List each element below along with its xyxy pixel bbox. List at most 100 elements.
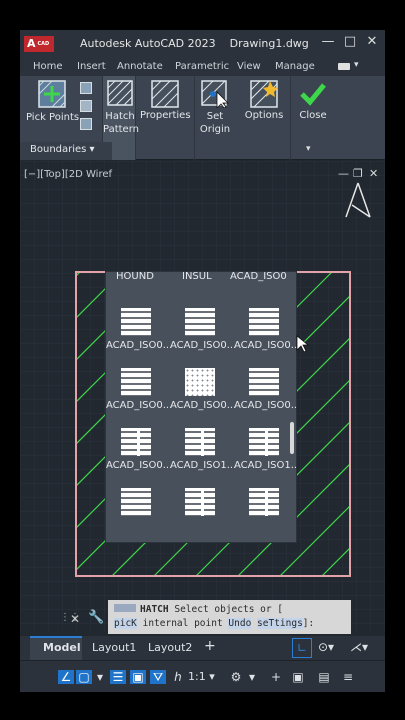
pattern-swatch-item[interactable]: ACAD_ISO0... [106, 368, 172, 428]
restore-button[interactable]: □ [342, 34, 358, 49]
isodraft-icon[interactable]: ▢ [76, 670, 92, 684]
tab-layout1[interactable]: Layout1 [92, 641, 136, 654]
logo-sub: CAD [37, 41, 50, 47]
set-origin-button[interactable]: Set Origin [194, 76, 234, 160]
pattern-line [121, 395, 151, 396]
annotation-scale-value[interactable]: 1:1 ▾ [188, 670, 215, 683]
polar-tracking-icon[interactable]: ⊙▾ [318, 640, 334, 654]
properties-label: Properties [140, 110, 191, 121]
recreate-boundary-icon[interactable] [80, 118, 92, 130]
pattern-preview [249, 368, 279, 396]
tab-view[interactable]: View [237, 61, 261, 72]
viewport-restore-button[interactable]: ❐ [353, 167, 363, 180]
options-button[interactable]: Options [240, 78, 288, 126]
tab-parametric[interactable]: Parametric [175, 61, 229, 72]
pattern-line [249, 455, 279, 456]
tab-manage[interactable]: Manage [275, 61, 315, 72]
pattern-line [249, 497, 279, 499]
angle-icon[interactable]: ∠ [58, 670, 74, 684]
chevron-down-icon[interactable]: ▾ [354, 60, 359, 70]
minimize-button[interactable]: — [320, 34, 336, 49]
pattern-line [249, 377, 279, 379]
chevron-down-icon[interactable]: ▾ [244, 670, 260, 684]
gear-icon[interactable]: ⚙ [228, 670, 244, 684]
tab-insert[interactable]: Insert [77, 61, 106, 72]
add-scale-icon[interactable]: + [268, 670, 284, 684]
ribbon-panel: Pick Points Hatch Pattern Properties Set… [20, 76, 385, 160]
pattern-swatch-item[interactable]: ACAD_ISO0... [170, 308, 236, 368]
pattern-swatch-item[interactable]: ACAD_ISO1... [234, 428, 296, 488]
option-pick[interactable]: picK [114, 618, 137, 629]
pattern-line [185, 323, 215, 325]
pattern-line [121, 449, 151, 451]
pattern-swatch-item[interactable]: ACAD_ISO0... [234, 368, 296, 428]
pattern-line [121, 443, 151, 445]
pattern-line [185, 311, 215, 313]
pattern-line [121, 377, 151, 379]
chevron-down-icon[interactable]: ▾ [92, 670, 108, 684]
object-snap-icon[interactable]: ⋌▾ [350, 640, 368, 654]
close-hatch-button[interactable]: Close [290, 76, 334, 160]
tab-annotate[interactable]: Annotate [117, 61, 163, 72]
pattern-swatch-item[interactable]: ACAD_ISO0... [170, 368, 237, 428]
remove-boundary-icon[interactable] [80, 100, 92, 112]
option-settings[interactable]: seTtings [257, 618, 303, 629]
pattern-line [121, 317, 151, 319]
mouse-cursor-icon [296, 335, 310, 353]
pattern-preview [121, 488, 151, 516]
panel-toggle-icon[interactable] [338, 63, 350, 70]
drawing-viewport[interactable]: [−][Top][2D Wiref — ❐ ✕ HOUND INSUL ACAD… [20, 161, 385, 631]
autocad-logo[interactable]: A CAD [24, 36, 54, 52]
pattern-line [121, 503, 151, 505]
pattern-line [249, 317, 279, 319]
pattern-line [185, 431, 215, 433]
pattern-line [185, 335, 215, 336]
hatch-pattern-label-1: Hatch [105, 111, 135, 122]
hatch-pattern-gallery[interactable]: HOUND INSUL ACAD_ISO0 ACAD_ISO0... ACAD_I… [105, 271, 297, 543]
pattern-swatch-item[interactable] [106, 488, 170, 542]
layout-tab-bar: Model Layout1 Layout2 + ∟ ⊙▾ ⋌▾ [20, 636, 385, 660]
wrench-icon[interactable]: 🔧 [88, 610, 104, 625]
select-boundary-icon[interactable] [80, 82, 92, 94]
annotation-scale-icon[interactable]: ⛛ [150, 670, 166, 684]
panel-expand-chevron-icon[interactable]: ▾ [306, 144, 311, 154]
pattern-swatch-item[interactable] [234, 488, 296, 542]
pattern-line [249, 449, 279, 451]
customize-menu-icon[interactable]: ≡ [340, 670, 356, 684]
pattern-preview [249, 308, 279, 336]
gallery-scrollbar[interactable] [290, 422, 294, 454]
pattern-swatch-item[interactable]: ACAD_ISO0... [106, 308, 172, 368]
pattern-preview [185, 428, 215, 456]
tab-layout2[interactable]: Layout2 [148, 641, 192, 654]
viewport-close-button[interactable]: ✕ [369, 167, 378, 180]
pattern-insul-label[interactable]: INSUL [182, 272, 222, 282]
pattern-hound-label[interactable]: HOUND [116, 272, 156, 282]
add-layout-button[interactable]: + [204, 638, 216, 654]
close-window-button[interactable]: ✕ [364, 34, 380, 49]
command-close-icon[interactable]: ✕ [70, 612, 80, 626]
isolate-objects-icon[interactable]: ▣ [290, 670, 306, 684]
pattern-swatch-item[interactable]: ACAD_ISO1... [170, 428, 236, 488]
pattern-name: ACAD_ISO0... [106, 460, 173, 471]
pattern-swatch-item[interactable]: ACAD_ISO0... [106, 428, 173, 488]
lineweight-icon[interactable]: ☰ [110, 670, 126, 684]
pattern-name: ACAD_ISO0... [170, 400, 237, 411]
app-name: Autodesk AutoCAD 2023 [80, 37, 216, 50]
viewport-controls-label[interactable]: [−][Top][2D Wiref [24, 169, 112, 180]
pattern-line [121, 509, 151, 511]
command-line[interactable]: HATCH Select objects or [ picK internal … [108, 600, 351, 634]
pick-points-button[interactable]: Pick Points [26, 78, 79, 134]
pattern-acad-iso-label[interactable]: ACAD_ISO0 [230, 272, 296, 282]
command-prompt: Select objects or [ [174, 604, 284, 615]
transparency-icon[interactable]: ▣ [130, 670, 146, 684]
snap-icon[interactable]: ∟ [292, 638, 312, 658]
pattern-swatch-item[interactable] [170, 488, 234, 542]
boundaries-panel-title[interactable]: Boundaries ▾ [30, 144, 95, 155]
tab-home[interactable]: Home [33, 61, 63, 72]
annotation-visibility-icon[interactable]: ℎ [170, 670, 186, 684]
option-undo[interactable]: Undo [228, 618, 252, 629]
pattern-swatch-item[interactable]: ACAD_ISO0... [234, 308, 296, 368]
viewport-minimize-button[interactable]: — [338, 167, 349, 180]
fullscreen-icon[interactable]: ▤ [316, 670, 332, 684]
properties-button[interactable]: Properties [140, 78, 191, 126]
